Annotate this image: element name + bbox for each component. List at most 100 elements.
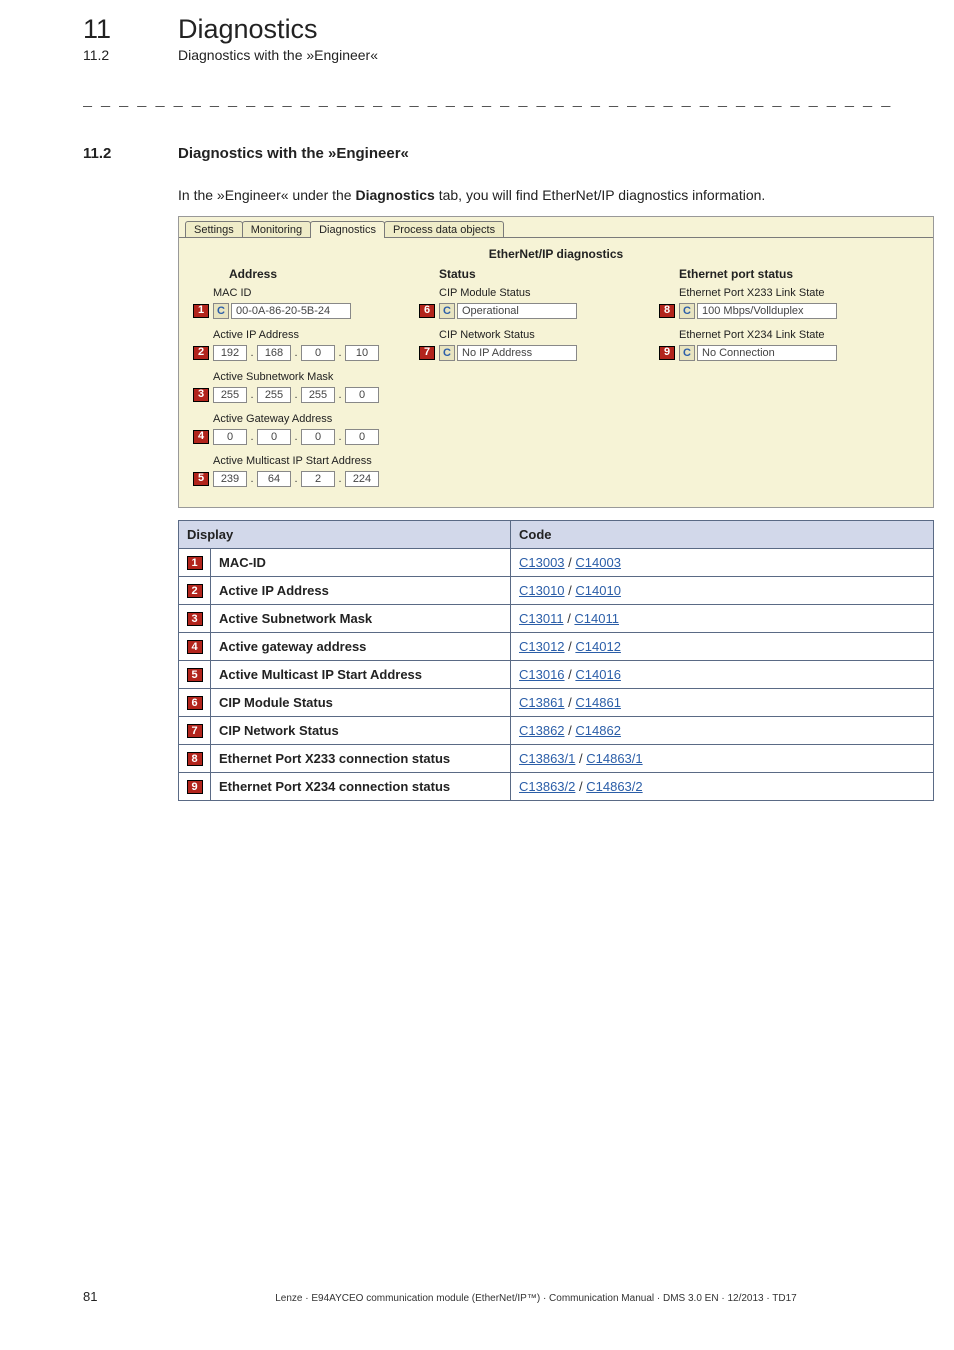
tab-process-data[interactable]: Process data objects [384,221,504,238]
network-status-label: CIP Network Status [439,329,535,341]
marker-8: 8 [659,304,675,318]
marker-2: 2 [193,346,209,360]
code-link[interactable]: C13012 [519,639,565,654]
marker-9: 9 [659,346,675,360]
table-row: 7CIP Network StatusC13862 / C14862 [179,716,934,744]
ip-octet[interactable]: 192 [213,345,247,361]
code-link[interactable]: C14863/2 [586,779,642,794]
marker-cell: 9 [179,772,211,800]
ip-octet[interactable]: 0 [301,345,335,361]
subnet-label: Active Subnetwork Mask [213,371,333,383]
code-link[interactable]: C14010 [575,583,621,598]
ip-octet[interactable]: 255 [213,387,247,403]
ip-octet[interactable]: 224 [345,471,379,487]
marker-cell: 6 [179,688,211,716]
code-link[interactable]: C14863/1 [586,751,642,766]
c-button[interactable]: C [439,345,455,361]
tab-monitoring[interactable]: Monitoring [242,221,311,238]
code-table: Display Code 1MAC-IDC13003 / C140032Acti… [178,520,934,801]
marker-5: 5 [187,668,203,682]
section-number: 11.2 [83,145,178,162]
ip-octet[interactable]: 0 [257,429,291,445]
code-cell: C13010 / C14010 [511,576,934,604]
x234-field[interactable]: No Connection [697,345,837,361]
display-cell: Active IP Address [211,576,511,604]
code-link[interactable]: C13016 [519,667,565,682]
page-subheader: 11.2 Diagnostics with the »Engineer« [83,47,894,63]
display-cell: Active Multicast IP Start Address [211,660,511,688]
ip-octet[interactable]: 64 [257,471,291,487]
module-status-label: CIP Module Status [439,287,531,299]
code-link[interactable]: C13863/1 [519,751,575,766]
table-row: 6CIP Module StatusC13861 / C14861 [179,688,934,716]
c-button[interactable]: C [679,303,695,319]
marker-4: 4 [187,640,203,654]
code-cell: C13012 / C14012 [511,632,934,660]
ip-octet[interactable]: 2 [301,471,335,487]
code-cell: C13862 / C14862 [511,716,934,744]
code-link[interactable]: C13011 [519,611,564,626]
code-link[interactable]: C14011 [574,611,619,626]
code-separator: / [565,583,576,598]
ip-octet[interactable]: 239 [213,471,247,487]
section-number-small: 11.2 [83,47,178,63]
marker-6: 6 [187,696,203,710]
tab-bar: Settings Monitoring Diagnostics Process … [185,221,503,238]
display-cell: Active Subnetwork Mask [211,604,511,632]
table-row: 3Active Subnetwork MaskC13011 / C14011 [179,604,934,632]
c-button[interactable]: C [439,303,455,319]
code-separator: / [564,611,575,626]
display-cell: MAC-ID [211,548,511,576]
table-row: 8Ethernet Port X233 connection statusC13… [179,744,934,772]
marker-cell: 4 [179,632,211,660]
ip-octet[interactable]: 0 [213,429,247,445]
gateway-field[interactable]: 0. 0. 0. 0 [213,429,379,445]
c-button[interactable]: C [213,303,229,319]
tab-diagnostics[interactable]: Diagnostics [310,221,385,238]
status-header: Status [439,267,476,281]
tab-settings[interactable]: Settings [185,221,243,238]
display-cell: Active gateway address [211,632,511,660]
ip-octet[interactable]: 0 [345,387,379,403]
ip-octet[interactable]: 255 [257,387,291,403]
marker-cell: 5 [179,660,211,688]
table-row: 2Active IP AddressC13010 / C14010 [179,576,934,604]
footer-text: Lenze · E94AYCEO communication module (E… [178,1293,894,1304]
subnet-field[interactable]: 255. 255. 255. 0 [213,387,379,403]
table-row: 5Active Multicast IP Start AddressC13016… [179,660,934,688]
code-link[interactable]: C14862 [575,723,621,738]
marker-cell: 7 [179,716,211,744]
code-link[interactable]: C14012 [575,639,621,654]
multicast-field[interactable]: 239. 64. 2. 224 [213,471,379,487]
code-link[interactable]: C13010 [519,583,565,598]
ip-octet[interactable]: 0 [301,429,335,445]
intro-pre: In the »Engineer« under the [178,187,355,203]
code-link[interactable]: C14861 [575,695,621,710]
module-status-field[interactable]: Operational [457,303,577,319]
section-heading: 11.2 Diagnostics with the »Engineer« [83,145,894,162]
ip-octet[interactable]: 255 [301,387,335,403]
code-cell: C13011 / C14011 [511,604,934,632]
ip-octet[interactable]: 168 [257,345,291,361]
code-cell: C13016 / C14016 [511,660,934,688]
code-link[interactable]: C13862 [519,723,565,738]
code-link[interactable]: C14003 [575,555,621,570]
x233-field[interactable]: 100 Mbps/Vollduplex [697,303,837,319]
code-link[interactable]: C14016 [575,667,621,682]
network-status-field[interactable]: No IP Address [457,345,577,361]
mac-id-field[interactable]: 00-0A-86-20-5B-24 [231,303,351,319]
code-cell: C13863/1 / C14863/1 [511,744,934,772]
code-cell: C13863/2 / C14863/2 [511,772,934,800]
intro-text: In the »Engineer« under the Diagnostics … [178,186,894,206]
code-link[interactable]: C13003 [519,555,565,570]
page-footer: 81 Lenze · E94AYCEO communication module… [83,1289,894,1304]
ip-octet[interactable]: 10 [345,345,379,361]
marker-8: 8 [187,752,203,766]
c-button[interactable]: C [679,345,695,361]
code-link[interactable]: C13863/2 [519,779,575,794]
marker-7: 7 [419,346,435,360]
ip-octet[interactable]: 0 [345,429,379,445]
chapter-number: 11 [83,14,178,45]
code-link[interactable]: C13861 [519,695,565,710]
active-ip-field[interactable]: 192. 168. 0. 10 [213,345,379,361]
